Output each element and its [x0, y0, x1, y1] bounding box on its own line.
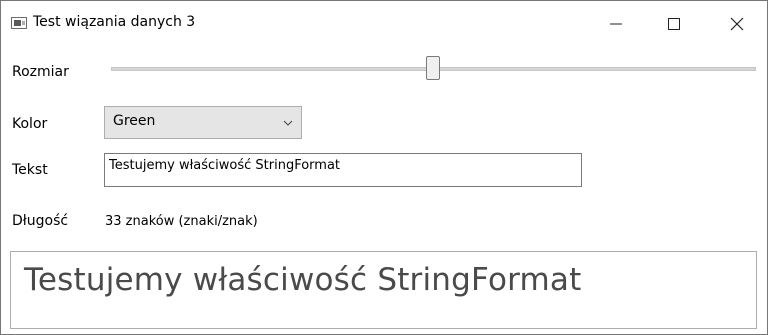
maximize-icon — [668, 18, 680, 30]
app-icon — [11, 17, 27, 29]
size-label: Rozmiar — [12, 64, 69, 80]
text-input[interactable]: Testujemy właściwość StringFormat — [104, 153, 582, 187]
size-slider-thumb[interactable] — [425, 56, 440, 80]
color-selected-value: Green — [113, 113, 156, 129]
text-input-value: Testujemy właściwość StringFormat — [109, 158, 341, 173]
close-icon — [730, 17, 744, 31]
window-title: Test wiązania danych 3 — [33, 14, 196, 30]
length-label: Długość — [12, 213, 69, 229]
color-label: Kolor — [12, 116, 48, 132]
length-value: 33 znaków (znaki/znak) — [105, 214, 258, 229]
app-window: Test wiązania danych 3 Rozmiar Kolor Gre… — [0, 0, 768, 335]
preview-text: Testujemy właściwość StringFormat — [24, 262, 582, 298]
color-combobox[interactable]: Green — [104, 106, 302, 139]
preview-box: Testujemy właściwość StringFormat — [10, 251, 757, 329]
title-bar[interactable]: Test wiązania danych 3 — [1, 1, 767, 45]
chevron-down-icon — [283, 120, 293, 126]
text-label: Tekst — [12, 162, 48, 178]
minimize-button[interactable] — [593, 1, 639, 45]
maximize-button[interactable] — [651, 1, 697, 45]
minimize-icon — [610, 23, 622, 25]
close-button[interactable] — [714, 1, 760, 45]
